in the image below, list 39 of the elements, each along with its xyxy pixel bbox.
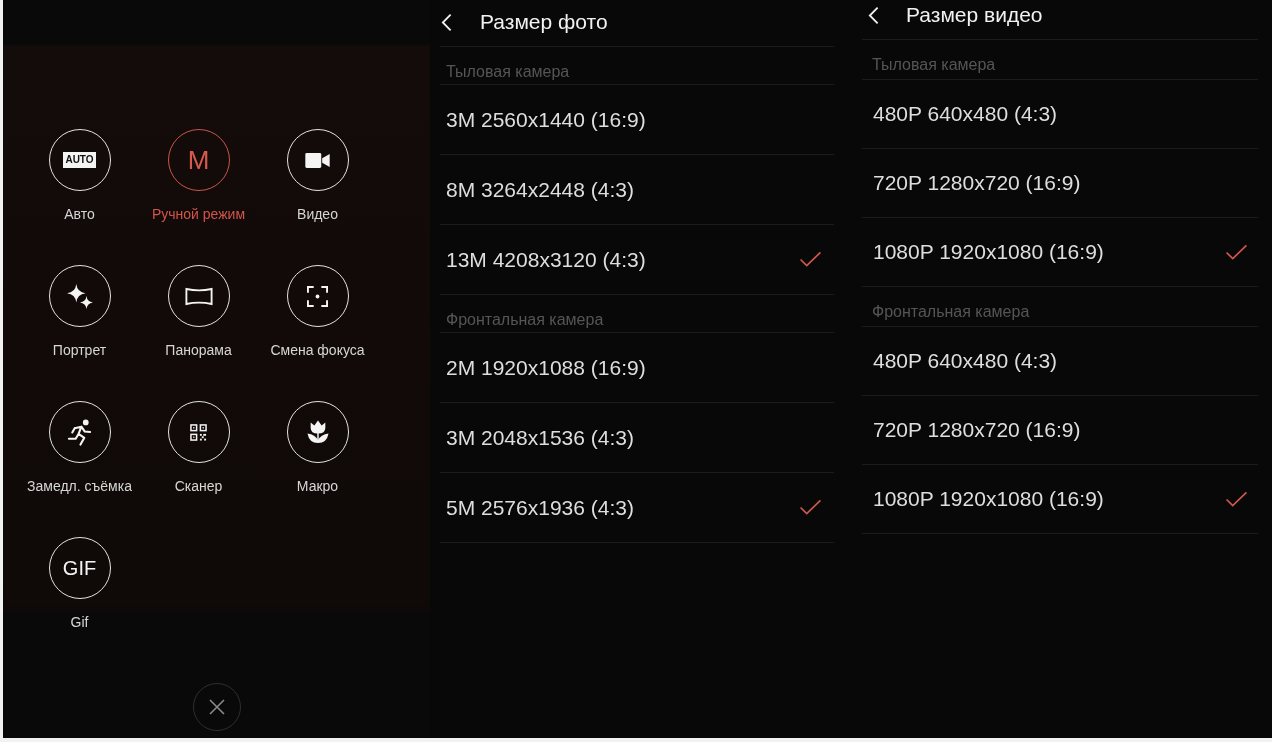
- screen-title: Размер видео: [906, 4, 1043, 26]
- running-figure-icon: [67, 418, 92, 446]
- mode-label: Видео: [297, 206, 338, 222]
- panorama-icon: [184, 286, 213, 306]
- mode-label: Замедл. съёмка: [27, 478, 132, 494]
- tulip-icon: [306, 420, 329, 444]
- qr-code-icon: [190, 423, 207, 441]
- size-option[interactable]: 480P 640x480 (4:3): [862, 80, 1258, 149]
- back-icon: [441, 12, 452, 32]
- focus-frame-icon: [307, 285, 328, 307]
- size-option[interactable]: 5M 2576x1936 (4:3): [440, 473, 834, 543]
- section-heading: Фронтальная камера: [862, 287, 1258, 327]
- screen-title: Размер фото: [480, 11, 608, 33]
- size-option[interactable]: 720P 1280x720 (16:9): [862, 149, 1258, 218]
- mode-label: Портрет: [52, 342, 107, 358]
- size-option[interactable]: 2M 1920x1088 (16:9): [440, 333, 834, 403]
- size-option[interactable]: 8M 3264x2448 (4:3): [440, 155, 834, 225]
- size-option[interactable]: 480P 640x480 (4:3): [862, 327, 1258, 396]
- mode-label: Авто: [64, 206, 95, 222]
- size-option[interactable]: 3M 2048x1536 (4:3): [440, 403, 834, 473]
- section-heading: Фронтальная камера: [440, 295, 834, 333]
- size-option[interactable]: 720P 1280x720 (16:9): [862, 396, 1258, 465]
- size-option[interactable]: 1080P 1920x1080 (16:9): [862, 218, 1258, 287]
- mode-label: Ручной режим: [151, 206, 246, 222]
- section-heading: Тыловая камера: [862, 40, 1258, 80]
- mode-label: Макро: [296, 478, 339, 494]
- mode-label: Сканер: [174, 478, 223, 494]
- mode-label: Панорама: [165, 342, 232, 358]
- auto-icon: AUTO: [63, 152, 96, 168]
- mode-label: Смена фокуса: [270, 342, 365, 358]
- sparkles-icon: [66, 283, 93, 309]
- section-heading: Тыловая камера: [440, 47, 834, 85]
- size-option[interactable]: 1080P 1920x1080 (16:9): [862, 465, 1258, 534]
- back-icon: [868, 5, 879, 25]
- close-icon: [208, 699, 225, 715]
- mode-label: Gif: [70, 614, 89, 630]
- video-camera-icon: [305, 152, 330, 168]
- size-option[interactable]: 13M 4208x3120 (4:3): [440, 225, 834, 295]
- size-option[interactable]: 3M 2560x1440 (16:9): [440, 85, 834, 155]
